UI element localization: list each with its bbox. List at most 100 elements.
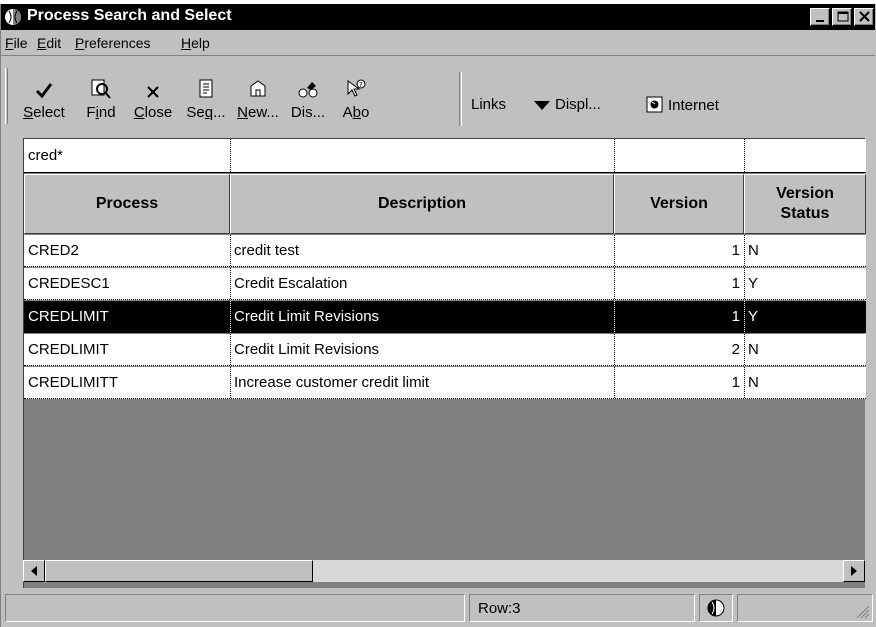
- menu-file[interactable]: File: [5, 35, 28, 51]
- close-x-icon: [147, 86, 159, 98]
- globe-icon: [707, 599, 725, 617]
- display-label: Dis...: [290, 104, 326, 121]
- internet-icon: [646, 96, 663, 113]
- cell-version-status: N: [748, 341, 759, 358]
- resize-grip-icon[interactable]: [856, 605, 870, 619]
- cell-version: 1: [731, 242, 740, 259]
- menu-preferences[interactable]: Preferences: [75, 35, 151, 51]
- process-search-window: Process Search and Select File Edit Pref…: [0, 4, 876, 627]
- header-process-label: Process: [95, 195, 159, 212]
- find-button[interactable]: Find: [79, 76, 123, 128]
- sequence-label-pre: Se: [186, 104, 205, 121]
- table-row[interactable]: CREDESC1 Credit Escalation 1 Y: [24, 268, 866, 300]
- menu-bar: File Edit Preferences Help: [1, 31, 875, 55]
- header-version-status-line1: Version: [776, 185, 834, 202]
- status-row-panel: Row:3: [469, 594, 695, 622]
- cell-process: CREDLIMIT: [28, 341, 109, 358]
- header-description[interactable]: Description: [230, 174, 614, 234]
- header-process[interactable]: Process: [24, 174, 230, 234]
- about-icon: ?: [347, 79, 366, 97]
- select-button[interactable]: Select: [11, 76, 77, 128]
- links-menu[interactable]: Links: [471, 96, 506, 113]
- cell-version: 1: [731, 374, 740, 391]
- display-menu-label: Displ...: [555, 96, 601, 113]
- scroll-left-button[interactable]: [23, 560, 45, 582]
- scrollbar-thumb[interactable]: [45, 560, 313, 582]
- internet-label: Internet: [668, 96, 719, 114]
- cell-version-status: Y: [748, 275, 759, 292]
- about-label-pre: A: [342, 104, 353, 121]
- new-button[interactable]: New...: [233, 76, 283, 128]
- menu-edit-mnemonic: E: [37, 35, 47, 51]
- table-row[interactable]: CRED2 credit test 1 N: [24, 235, 866, 267]
- status-bar: Row:3: [1, 590, 875, 624]
- sequence-icon: [199, 79, 213, 98]
- maximize-button[interactable]: [832, 8, 852, 26]
- about-button[interactable]: ? Abo: [335, 76, 377, 128]
- close-icon: [859, 11, 870, 22]
- cell-process: CREDLIMITT: [28, 374, 118, 391]
- title-bar[interactable]: Process Search and Select: [1, 4, 875, 30]
- qbe-process-input[interactable]: cred*: [24, 139, 230, 172]
- dropdown-arrow-icon: [534, 100, 550, 110]
- display-button[interactable]: Dis...: [283, 76, 333, 128]
- minimize-icon: [816, 20, 824, 22]
- menu-help[interactable]: Help: [181, 35, 210, 51]
- table-row[interactable]: CREDLIMIT Credit Limit Revisions 2 N: [24, 334, 866, 366]
- qbe-version-input[interactable]: [614, 139, 744, 172]
- about-label-mnemonic: b: [352, 104, 361, 121]
- qbe-row: cred*: [24, 139, 866, 173]
- cell-version: 1: [731, 308, 740, 325]
- cell-process: CREDLIMIT: [28, 308, 109, 325]
- status-globe-panel: [699, 594, 733, 622]
- menu-edit-label: dit: [46, 35, 62, 51]
- close-label: lose: [144, 104, 173, 121]
- header-description-label: Description: [377, 195, 466, 212]
- cell-version-status: Y: [748, 308, 759, 325]
- about-label: o: [361, 104, 370, 121]
- minimize-button[interactable]: [810, 8, 830, 26]
- select-label-mnemonic: S: [23, 104, 34, 121]
- horizontal-scrollbar[interactable]: [23, 560, 865, 582]
- close-tool-button[interactable]: Close: [127, 76, 179, 128]
- cell-description: Credit Limit Revisions: [234, 308, 380, 325]
- header-version[interactable]: Version: [614, 174, 744, 234]
- cell-version-status: N: [748, 374, 759, 391]
- new-label-mnemonic: N: [237, 104, 248, 121]
- status-panel-right: [737, 594, 873, 622]
- menu-help-label: elp: [191, 35, 210, 51]
- sequence-button[interactable]: Seq...: [181, 76, 231, 128]
- close-label-mnemonic: C: [133, 104, 145, 121]
- header-version-status[interactable]: Version Status: [744, 174, 866, 234]
- cell-version-status: N: [748, 242, 759, 259]
- new-label: ew...: [247, 104, 279, 121]
- qbe-version-status-input[interactable]: [744, 139, 866, 172]
- display-menu[interactable]: Displ...: [533, 96, 601, 113]
- results-grid: cred* Process Description Version Versio…: [23, 138, 866, 588]
- internet-button[interactable]: Internet: [646, 96, 719, 114]
- window-controls: [810, 8, 874, 26]
- menu-edit[interactable]: Edit: [37, 35, 61, 51]
- sequence-label: ...: [213, 104, 226, 121]
- toolbar-separator: [459, 72, 462, 126]
- cell-version: 2: [731, 341, 740, 358]
- cell-description: Increase customer credit limit: [234, 374, 430, 391]
- select-label: elect: [33, 104, 65, 121]
- close-button[interactable]: [854, 8, 874, 26]
- sequence-label-mnemonic: q: [204, 104, 214, 121]
- header-version-status-line2: Status: [780, 205, 830, 222]
- new-icon: [250, 80, 266, 97]
- window-title: Process Search and Select: [27, 7, 232, 24]
- qbe-description-input[interactable]: [230, 139, 614, 172]
- cell-description: Credit Escalation: [234, 275, 348, 292]
- grid-header-row: Process Description Version Version Statu…: [24, 174, 866, 234]
- menu-preferences-label: references: [84, 35, 151, 51]
- links-label: Links: [471, 96, 507, 113]
- toolbar-grip[interactable]: [5, 68, 8, 124]
- find-label-pre: F: [86, 104, 96, 121]
- table-row[interactable]: CREDLIMITT Increase customer credit limi…: [24, 367, 866, 399]
- table-row-selected[interactable]: CREDLIMIT Credit Limit Revisions 1 Y: [24, 301, 866, 333]
- arrow-right-icon: [851, 566, 857, 576]
- cell-version: 1: [731, 275, 740, 292]
- scroll-right-button[interactable]: [843, 560, 865, 582]
